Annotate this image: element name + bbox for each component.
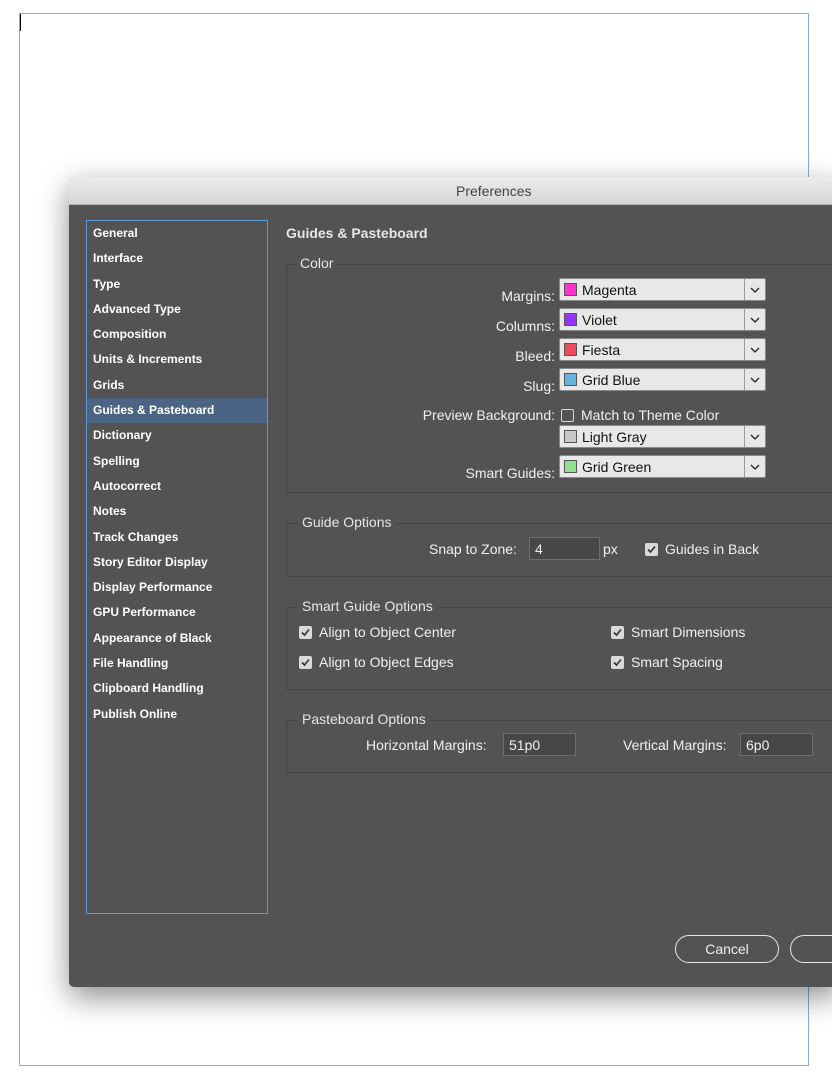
- columns-label: Columns:: [495, 318, 555, 334]
- smart-guide-options-title: Smart Guide Options: [298, 598, 437, 614]
- category-item[interactable]: Notes: [87, 499, 267, 524]
- category-item[interactable]: Grids: [87, 373, 267, 398]
- category-item[interactable]: Story Editor Display: [87, 550, 267, 575]
- chevron-down-icon: [744, 456, 765, 477]
- guide-options-title: Guide Options: [298, 514, 396, 530]
- cancel-button[interactable]: Cancel: [675, 935, 779, 963]
- align-center-label: Align to Object Center: [319, 624, 456, 640]
- smart-guides-color-select[interactable]: Grid Green: [559, 455, 766, 478]
- vertical-margins-label: Vertical Margins:: [623, 737, 727, 753]
- horizontal-margins-label: Horizontal Margins:: [366, 737, 487, 753]
- category-item[interactable]: Guides & Pasteboard: [87, 398, 267, 424]
- bleed-color-select[interactable]: Fiesta: [559, 338, 766, 361]
- section-title: Guides & Pasteboard: [286, 225, 428, 241]
- align-edges-checkbox[interactable]: [299, 656, 312, 669]
- color-group-title: Color: [296, 255, 338, 271]
- preview-background-value: Light Gray: [582, 429, 647, 445]
- category-item[interactable]: Display Performance: [87, 575, 267, 600]
- margins-color-swatch: [564, 283, 577, 296]
- align-edges-label: Align to Object Edges: [319, 654, 454, 670]
- bleed-color-value: Fiesta: [582, 342, 621, 358]
- checkmark-icon: [301, 658, 310, 667]
- match-theme-color-checkbox[interactable]: [561, 409, 574, 422]
- category-item[interactable]: GPU Performance: [87, 600, 267, 625]
- columns-color-select[interactable]: Violet: [559, 308, 766, 331]
- preview-background-swatch: [564, 430, 577, 443]
- category-item[interactable]: Appearance of Black: [87, 626, 267, 651]
- smart-spacing-label: Smart Spacing: [631, 654, 723, 670]
- pasteboard-options-group: Pasteboard Options Horizontal Margins: V…: [286, 711, 832, 773]
- smart-dimensions-label: Smart Dimensions: [631, 624, 746, 640]
- smart-guides-swatch: [564, 460, 577, 473]
- category-item[interactable]: File Handling: [87, 651, 267, 676]
- chevron-down-icon: [744, 369, 765, 390]
- category-item[interactable]: Spelling: [87, 449, 267, 474]
- bleed-color-swatch: [564, 343, 577, 356]
- slug-color-select[interactable]: Grid Blue: [559, 368, 766, 391]
- category-item[interactable]: General: [87, 221, 267, 246]
- category-item[interactable]: Type: [87, 272, 267, 297]
- margins-color-value: Magenta: [582, 282, 637, 298]
- snap-to-zone-label: Snap to Zone:: [429, 541, 517, 557]
- snap-to-zone-input[interactable]: [529, 537, 600, 560]
- smart-spacing-checkbox[interactable]: [611, 656, 624, 669]
- bleed-label: Bleed:: [515, 348, 555, 364]
- slug-color-value: Grid Blue: [582, 372, 641, 388]
- category-item[interactable]: Advanced Type: [87, 297, 267, 322]
- columns-color-value: Violet: [582, 312, 617, 328]
- snap-unit-label: px: [603, 541, 618, 557]
- dialog-titlebar[interactable]: Preferences: [69, 177, 832, 205]
- columns-color-swatch: [564, 313, 577, 326]
- chevron-down-icon: [744, 339, 765, 360]
- category-item[interactable]: Composition: [87, 322, 267, 347]
- pasteboard-options-title: Pasteboard Options: [298, 711, 430, 727]
- guides-in-back-checkbox[interactable]: [645, 543, 658, 556]
- margins-color-select[interactable]: Magenta: [559, 278, 766, 301]
- chevron-down-icon: [744, 426, 765, 447]
- category-item[interactable]: Publish Online: [87, 702, 267, 727]
- ok-button[interactable]: [790, 935, 832, 963]
- align-center-checkbox[interactable]: [299, 626, 312, 639]
- guide-options-group: Guide Options Snap to Zone: px Guides in…: [286, 514, 832, 577]
- preferences-dialog: Preferences General Interface Type Advanced…: [69, 177, 832, 987]
- smart-guides-label: Smart Guides:: [465, 465, 555, 481]
- text-insertion-cursor: [20, 14, 21, 31]
- category-item[interactable]: Interface: [87, 246, 267, 271]
- vertical-margins-input[interactable]: [740, 733, 813, 756]
- checkmark-icon: [647, 545, 656, 554]
- category-item[interactable]: Track Changes: [87, 525, 267, 550]
- checkmark-icon: [613, 658, 622, 667]
- color-group: Color Margins: Magenta Columns: Violet B…: [286, 255, 832, 493]
- preview-background-label: Preview Background:: [422, 407, 555, 423]
- category-item[interactable]: Dictionary: [87, 423, 267, 448]
- smart-guide-options-group: Smart Guide Options Align to Object Cent…: [286, 598, 832, 690]
- checkmark-icon: [301, 628, 310, 637]
- margins-label: Margins:: [501, 288, 555, 304]
- category-item[interactable]: Units & Increments: [87, 347, 267, 372]
- chevron-down-icon: [744, 279, 765, 300]
- smart-guides-value: Grid Green: [582, 459, 652, 475]
- match-theme-color-label: Match to Theme Color: [581, 407, 720, 423]
- slug-label: Slug:: [523, 378, 555, 394]
- guides-in-back-label: Guides in Back: [665, 541, 760, 557]
- checkmark-icon: [613, 628, 622, 637]
- smart-dimensions-checkbox[interactable]: [611, 626, 624, 639]
- dialog-title: Preferences: [456, 183, 532, 199]
- slug-color-swatch: [564, 373, 577, 386]
- preview-background-color-select[interactable]: Light Gray: [559, 425, 766, 448]
- chevron-down-icon: [744, 309, 765, 330]
- preferences-category-list[interactable]: General Interface Type Advanced Type Composi…: [86, 220, 268, 914]
- category-item[interactable]: Autocorrect: [87, 474, 267, 499]
- horizontal-margins-input[interactable]: [503, 733, 576, 756]
- category-item[interactable]: Clipboard Handling: [87, 676, 267, 701]
